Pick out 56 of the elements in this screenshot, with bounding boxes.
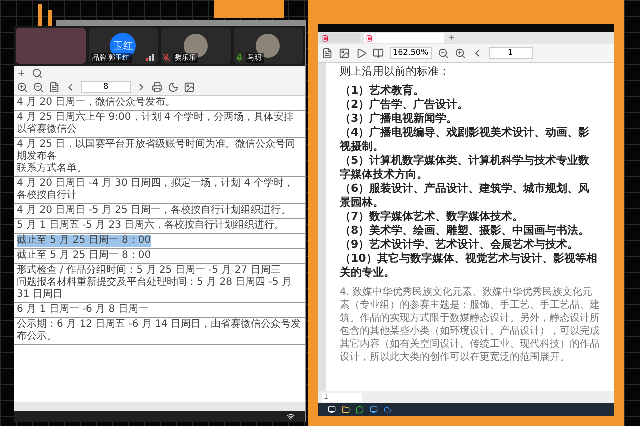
list-item: （9）艺术设计学、艺术设计、会展艺术与技术。	[340, 238, 580, 252]
list-item: （6）服装设计、产品设计、建筑学、城市规划、风景园林。	[340, 182, 591, 210]
monitor-icon[interactable]	[370, 406, 378, 414]
list-item: （10）其它与数字媒体、视觉艺术与设计、影视等相关的专业。	[340, 252, 598, 280]
new-tab-icon[interactable]	[448, 34, 456, 42]
table-text: 联系方式名单。	[17, 163, 88, 175]
list-item: （5）计算机数字媒体类、计算机科学与技术专业数字媒体技术方向。	[340, 154, 591, 182]
table-text: 公示期：6 月 12 日周五 -6 月 14 日周日，由省赛微信公众号发布公示。	[17, 319, 302, 343]
table-text: 4 月 20 日周日 -4 月 30 日周四，拟定一场，计划 4 个学时，各校按自行计	[17, 178, 295, 202]
accent-block	[214, 0, 284, 18]
table-text: 4 月 20 日周日 -5 月 25 日周一，各校按自行计划组织进行。	[17, 205, 292, 217]
zoom-in-icon[interactable]	[454, 48, 466, 58]
image-icon[interactable]	[339, 48, 350, 58]
document-icon[interactable]	[49, 82, 60, 92]
tab[interactable]	[320, 33, 360, 43]
moon-icon[interactable]	[168, 82, 179, 92]
list-item: （8）美术学、绘画、雕塑、摄影、中国画与书法。	[340, 224, 591, 238]
printer-icon[interactable]	[152, 82, 163, 92]
table-text: 截止至 5 月 25 日周一 8：00	[17, 250, 152, 262]
table-text: 4 月 25 日，以国赛平台开放省级账号时间为准。微信公众号同期发布各	[17, 139, 297, 162]
search-icon[interactable]	[32, 68, 43, 79]
list-item: （4）广播电视编导、戏剧影视美术设计、动画、影视摄制。	[340, 126, 591, 154]
list-item: （2）广告学、广告设计。	[340, 98, 470, 112]
image-icon[interactable]	[184, 82, 195, 92]
table-text: 4 月 25 日周六上午 9:00，计划 4 个学时，分两场，具体安排以省赛微信公	[17, 112, 295, 136]
list-item: （1）艺术教育。	[340, 84, 426, 98]
table-text: 问题报名材料重新提交及平台处理时间：5 月 28 日周四 -5 月 31 日周日	[17, 277, 293, 301]
accent-bar	[48, 10, 52, 26]
document-text: 则上沿用以前的标准：	[340, 65, 451, 79]
folder-icon[interactable]	[342, 406, 350, 414]
page-field[interactable]: 8	[81, 81, 131, 93]
chat-icon[interactable]	[356, 406, 364, 414]
accent-bar	[38, 4, 42, 26]
list-item: （7）数字媒体艺术、数字媒体技术。	[340, 210, 525, 224]
new-tab-icon[interactable]	[17, 69, 26, 78]
desktop-icon[interactable]	[328, 406, 336, 414]
table-text: 5 月 1 日周五 -5 月 23 日周六，各校按自行计划组织进行。	[17, 220, 286, 232]
book-icon[interactable]	[373, 48, 384, 58]
zoom-field[interactable]: 162.50%	[390, 47, 432, 59]
zoom-in-icon[interactable]	[17, 82, 28, 92]
photo-placeholder	[16, 28, 86, 64]
play-icon[interactable]	[356, 48, 367, 58]
zoom-out-icon[interactable]	[33, 82, 44, 92]
table-text: 形式检查 / 作品分组时间：5 月 25 日周一 -5 月 27 日周三	[17, 265, 282, 276]
table-text: 6 月 1 日周一 -6 月 8 日周一	[17, 304, 150, 316]
page-field[interactable]: 1	[488, 47, 533, 59]
table-text: 截止至 5 月 25 日周一 8：00	[17, 235, 152, 247]
zoom-out-icon[interactable]	[438, 48, 449, 58]
wifi-icon[interactable]	[287, 412, 295, 420]
table-text: 4 月 20 日周一，微信公众号发布。	[17, 97, 177, 109]
pdf-file-icon	[366, 34, 373, 42]
convert-icon[interactable]	[322, 48, 333, 58]
list-item: （3）广播电视新闻学。	[340, 112, 459, 126]
cloud-icon[interactable]	[384, 406, 392, 414]
file-icon	[322, 34, 329, 42]
document-paragraph: 4. 数媒中华优秀民族文化元素、数媒中华优秀民族文化元素（专业组）的参赛主题是：服饰、手工艺、手工艺品、建筑。作品的实现方式限于数媒静态设计。另外，静态设计所包含的其他某些小类（如环境设计、产品设计），可以完成其它内容（如有关空间设计、传统工业、现代科技）的作品设计，所以此大类的创作可以在更宽泛的范围展开。	[340, 286, 600, 364]
